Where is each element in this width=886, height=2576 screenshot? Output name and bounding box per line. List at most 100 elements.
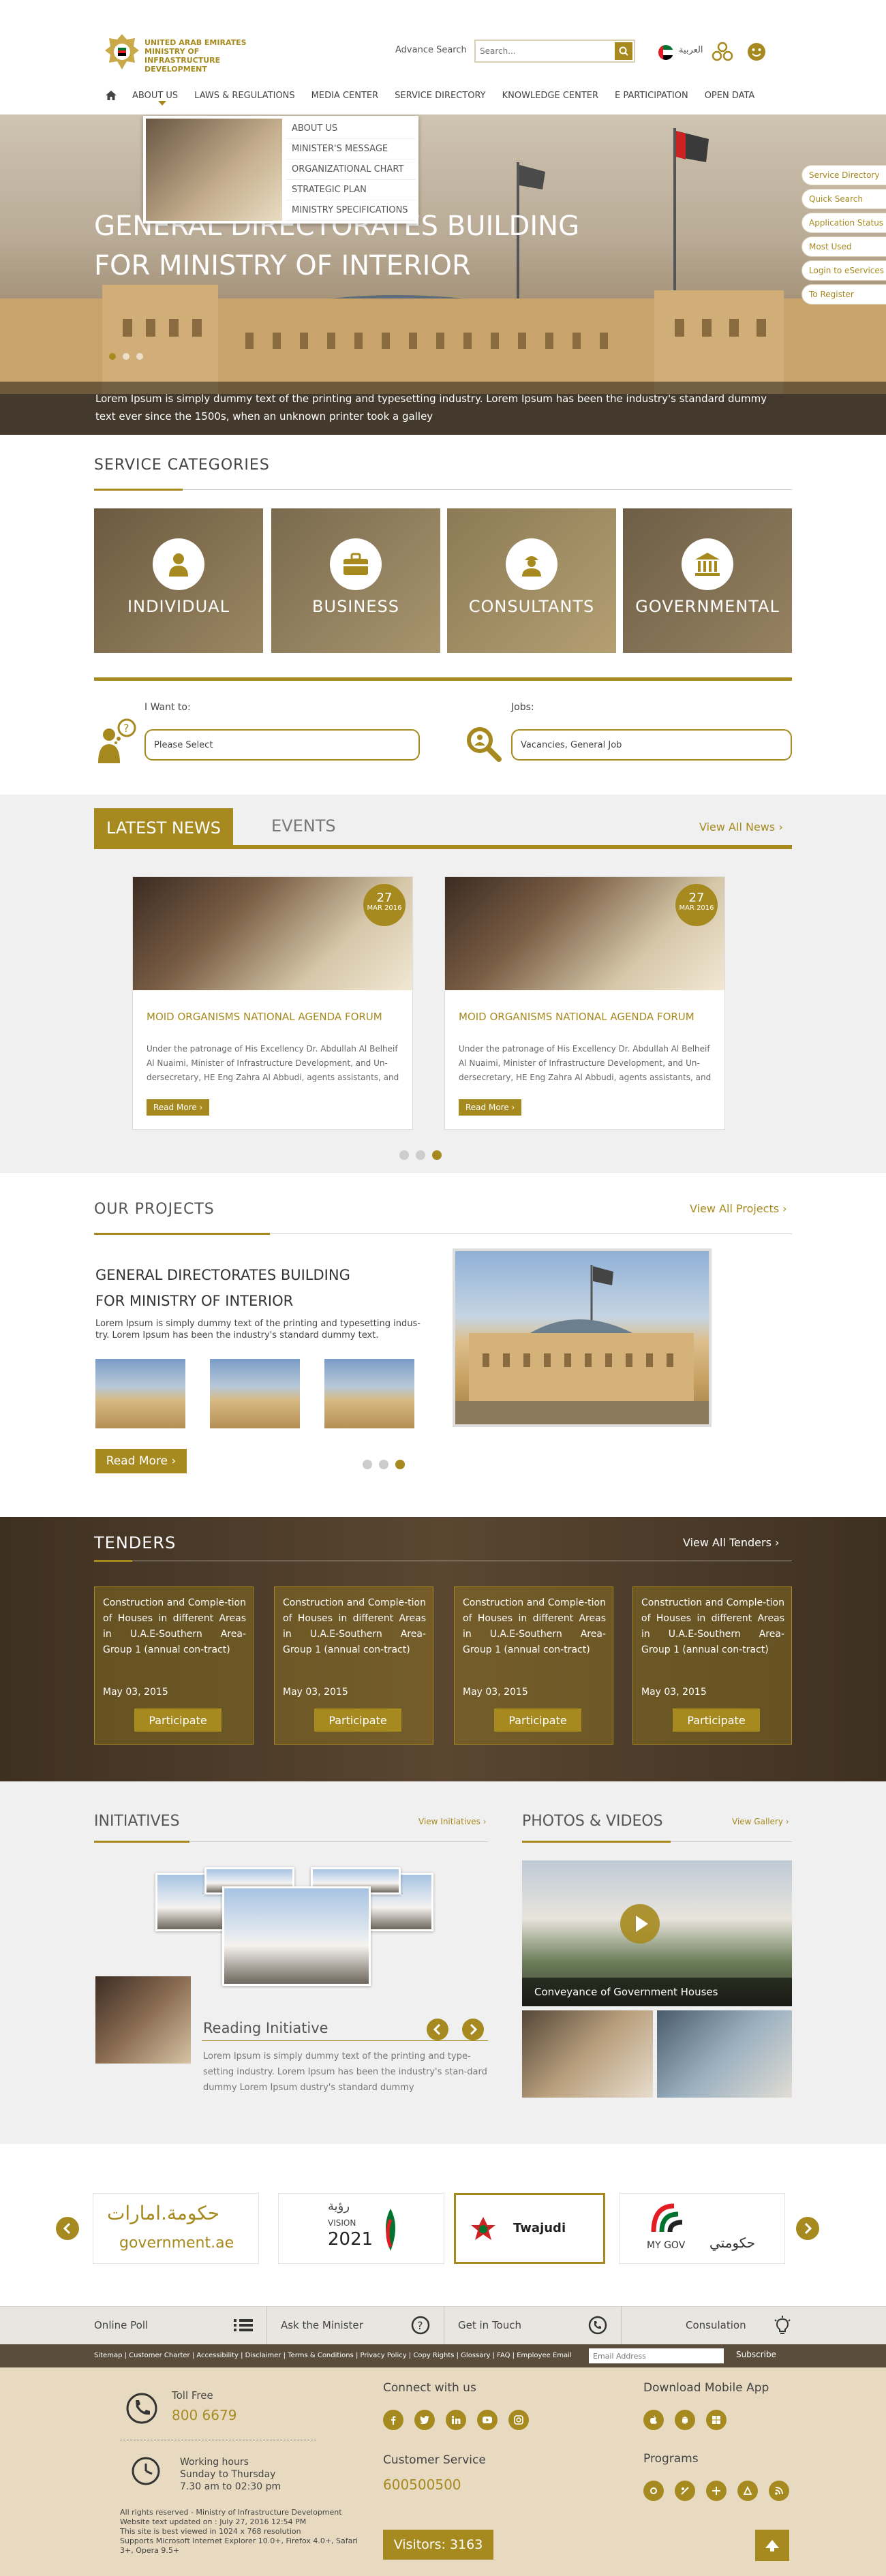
nav-media-center[interactable]: MEDIA CENTER — [303, 91, 387, 101]
pagination-dot[interactable] — [379, 1460, 388, 1469]
news-card[interactable]: 27 MAR 2016 MOID ORGANISMS NATIONAL AGEND… — [444, 876, 725, 1130]
apple-icon[interactable] — [643, 2410, 664, 2430]
consultation-button[interactable]: Consulation — [622, 2306, 792, 2344]
view-gallery-link[interactable]: View Gallery › — [732, 1817, 789, 1826]
service-card-business[interactable]: BUSINESS — [271, 508, 440, 653]
gallery-photo[interactable] — [522, 2010, 653, 2098]
nav-knowledge-center[interactable]: KNOWLEDGE CENTER — [494, 91, 607, 101]
nav-laws-regulations[interactable]: LAWS & REGULATIONS — [186, 91, 303, 101]
get-in-touch-button[interactable]: Get in Touch — [444, 2306, 622, 2344]
windows-phone-icon[interactable] — [706, 2410, 727, 2430]
menu-item-ministers-message[interactable]: MINISTER'S MESSAGE — [286, 139, 416, 159]
initiative-prev-button[interactable] — [427, 2019, 448, 2040]
quick-link-most-used[interactable]: Most Used — [801, 236, 886, 257]
project-thumbnail[interactable] — [95, 1359, 185, 1428]
menu-item-about-us[interactable]: ABOUT US — [286, 119, 416, 139]
instagram-icon[interactable] — [508, 2410, 529, 2430]
view-all-news-link[interactable]: View All News › — [699, 821, 783, 833]
participate-button[interactable]: Participate — [673, 1708, 760, 1732]
gallery-photo[interactable] — [657, 2010, 792, 2098]
news-title[interactable]: MOID ORGANISMS NATIONAL AGENDA FORUM — [459, 1011, 711, 1023]
linkedin-icon[interactable] — [446, 2410, 466, 2430]
quick-link-register[interactable]: To Register — [801, 284, 886, 305]
youtube-icon[interactable] — [477, 2410, 498, 2430]
view-all-tenders-link[interactable]: View All Tenders › — [683, 1536, 779, 1549]
project-read-more-button[interactable]: Read More › — [95, 1449, 187, 1473]
search-input[interactable] — [480, 44, 613, 59]
ask-minister-button[interactable]: Ask the Minister ? — [267, 2306, 444, 2344]
menu-item-organizational-chart[interactable]: ORGANIZATIONAL CHART — [286, 159, 416, 180]
rss-icon[interactable] — [769, 2481, 789, 2501]
menu-item-ministry-specifications[interactable]: MINISTRY SPECIFICATIONS — [286, 200, 416, 221]
pagination-dot[interactable] — [399, 1150, 409, 1160]
read-more-button[interactable]: Read More › — [147, 1099, 210, 1116]
partner-twajudi[interactable]: Twajudi — [454, 2193, 605, 2264]
quick-link-application-status[interactable]: Application Status — [801, 213, 886, 233]
pagination-dot[interactable] — [363, 1460, 372, 1469]
pagination-dot[interactable] — [395, 1460, 405, 1469]
accessibility-icon[interactable] — [712, 41, 733, 63]
back-to-top-button[interactable] — [755, 2530, 789, 2561]
twitter-icon[interactable] — [414, 2410, 435, 2430]
partner-vision-2021[interactable]: رؤية VISION 2021 — [278, 2193, 444, 2264]
i-want-to-select[interactable]: Please Select — [144, 729, 420, 761]
uae-emblem-logo[interactable] — [104, 33, 140, 71]
read-more-button[interactable]: Read More › — [459, 1099, 522, 1116]
participate-button[interactable]: Participate — [314, 1708, 401, 1732]
participate-button[interactable]: Participate — [134, 1708, 222, 1732]
toll-free-number[interactable]: 800 6679 — [172, 2407, 236, 2423]
online-poll-button[interactable]: Online Poll — [0, 2306, 267, 2344]
quick-link-quick-search[interactable]: Quick Search — [801, 189, 886, 209]
jobs-select[interactable]: Vacancies, General Job — [511, 729, 792, 761]
tab-latest-news[interactable]: LATEST NEWS — [94, 808, 233, 848]
menu-item-strategic-plan[interactable]: STRATEGIC PLAN — [286, 180, 416, 200]
news-card[interactable]: 27 MAR 2016 MOID ORGANISMS NATIONAL AGEND… — [132, 876, 413, 1130]
nav-e-participation[interactable]: E PARTICIPATION — [607, 91, 697, 101]
search-button[interactable] — [615, 42, 632, 60]
program-link-icon[interactable] — [643, 2481, 664, 2501]
project-thumbnail[interactable] — [210, 1359, 300, 1428]
initiative-next-button[interactable] — [462, 2019, 484, 2040]
nav-about-us[interactable]: ABOUT US — [124, 91, 186, 101]
project-thumbnail[interactable] — [324, 1359, 414, 1428]
partner-my-gov[interactable]: MY GOV حكومتي — [619, 2193, 785, 2264]
program-link-icon[interactable] — [737, 2481, 758, 2501]
home-icon[interactable] — [104, 90, 119, 101]
subscribe-button[interactable]: Subscribe — [736, 2350, 776, 2359]
play-button[interactable] — [620, 1904, 660, 1944]
nav-active-indicator — [158, 101, 166, 106]
tab-events[interactable]: EVENTS — [271, 816, 336, 835]
participate-button[interactable]: Participate — [494, 1708, 581, 1732]
quick-link-login-eservices[interactable]: Login to eServices — [801, 260, 886, 281]
arabic-language-link[interactable]: العربية — [679, 45, 703, 55]
project-main-image[interactable] — [453, 1248, 712, 1427]
nav-open-data[interactable]: OPEN DATA — [697, 91, 763, 101]
facebook-icon[interactable] — [383, 2410, 403, 2430]
nav-service-directory[interactable]: SERVICE DIRECTORY — [386, 91, 493, 101]
hero-dot[interactable] — [109, 353, 116, 360]
hero-dot[interactable] — [123, 353, 129, 360]
program-link-icon[interactable] — [706, 2481, 727, 2501]
service-card-individual[interactable]: INDIVIDUAL — [94, 508, 263, 653]
happiness-meter-icon[interactable] — [747, 42, 766, 61]
reading-initiative-image[interactable] — [95, 1976, 191, 2064]
program-link-icon[interactable] — [675, 2481, 695, 2501]
service-card-governmental[interactable]: GOVERNMENTAL — [623, 508, 792, 653]
partner-government-ae[interactable]: حكومة.امارات government.ae — [93, 2193, 259, 2264]
footer-links[interactable]: Sitemap | Customer Charter | Accessibili… — [94, 2352, 572, 2359]
newsletter-email-input[interactable] — [589, 2348, 724, 2363]
pagination-dot[interactable] — [416, 1150, 425, 1160]
partners-next-button[interactable] — [796, 2217, 819, 2240]
news-title[interactable]: MOID ORGANISMS NATIONAL AGENDA FORUM — [147, 1011, 399, 1023]
advance-search-link[interactable]: Advance Search — [395, 45, 467, 55]
initiative-photo-featured[interactable] — [222, 1886, 371, 1986]
partners-prev-button[interactable] — [56, 2217, 79, 2240]
android-icon[interactable] — [675, 2410, 695, 2430]
hero-dot[interactable] — [136, 353, 143, 360]
quick-link-service-directory[interactable]: Service Directory — [801, 165, 886, 185]
pagination-dot[interactable] — [432, 1150, 442, 1160]
view-all-projects-link[interactable]: View All Projects › — [690, 1202, 787, 1215]
customer-service-number[interactable]: 600500500 — [383, 2477, 461, 2493]
view-initiatives-link[interactable]: View Initiatives › — [418, 1817, 487, 1826]
service-card-consultants[interactable]: CONSULTANTS — [447, 508, 616, 653]
